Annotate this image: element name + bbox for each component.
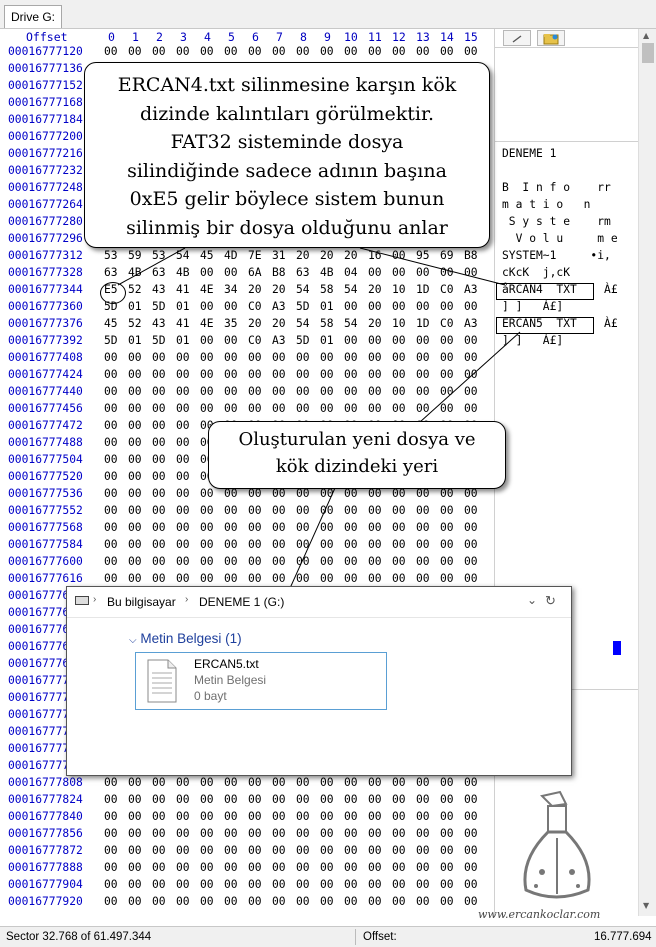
callout-deleted-file: ERCAN4.txt silinmesine karşın kök dizinde…	[84, 62, 490, 248]
callout-line: ERCAN4.txt silinmesine karşın kök	[117, 74, 457, 96]
file-group-label: Metin Belgesi (1)	[140, 631, 242, 646]
drive-icon	[75, 596, 89, 605]
file-type: Metin Belgesi	[194, 673, 267, 687]
callout-line: silinmiş bir dosya olduğunu anlar	[126, 216, 448, 239]
callout-line: 0xE5 gelir böylece sistem bunun	[129, 188, 445, 210]
chevron-down-icon: ⌵	[129, 635, 137, 646]
file-name: ERCAN5.txt	[194, 657, 259, 671]
chevron-right-icon: ›	[185, 594, 189, 605]
ercankoclar-logo	[523, 790, 591, 899]
breadcrumb-drive[interactable]: DENEME 1 (G:)	[199, 595, 284, 609]
status-bar: Sector 32.768 of 61.497.344 Offset: 16.7…	[0, 926, 656, 947]
offset-status-label: Offset:	[363, 931, 397, 943]
chevron-right-icon: ›	[93, 594, 97, 605]
refresh-icon[interactable]: ↻	[545, 593, 556, 609]
callout-line: silindiğinde sadece adının başına	[127, 159, 447, 182]
sector-status: Sector 32.768 of 61.497.344	[6, 931, 152, 943]
callout-line: kök dizindeki yeri	[275, 456, 439, 477]
callout-line: FAT32 sisteminde dosya	[170, 131, 404, 153]
breadcrumb-this-pc[interactable]: Bu bilgisayar	[107, 595, 176, 609]
offset-status-value: 16.777.694	[594, 931, 652, 943]
callout-line: dizinde kalıntıları görülmektir.	[139, 102, 435, 125]
file-size: 0 bayt	[194, 689, 227, 703]
text-document-icon	[147, 659, 177, 703]
explorer-window: › Bu bilgisayar › DENEME 1 (G:) ⌄ ↻ ⌵ Me…	[66, 586, 572, 776]
callout-new-file: Oluşturulan yeni dosya ve kök dizindeki y…	[208, 421, 506, 489]
chevron-down-icon[interactable]: ⌄	[527, 593, 537, 607]
file-group-header[interactable]: ⌵ Metin Belgesi (1)	[129, 631, 242, 646]
callout-line: Oluşturulan yeni dosya ve	[238, 429, 476, 450]
watermark-text: www.ercankoclar.com	[478, 908, 601, 921]
explorer-address-bar[interactable]: › Bu bilgisayar › DENEME 1 (G:) ⌄ ↻	[67, 587, 571, 618]
text-cursor	[613, 641, 621, 655]
file-item[interactable]: ERCAN5.txt Metin Belgesi 0 bayt	[135, 652, 387, 710]
